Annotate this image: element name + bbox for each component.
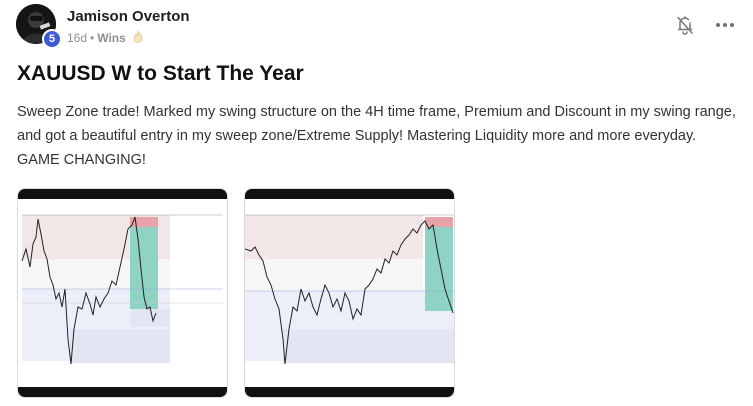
more-options-button[interactable]: [712, 14, 738, 36]
author-name[interactable]: Jamison Overton: [67, 8, 190, 25]
bell-off-icon[interactable]: [674, 14, 696, 36]
level-badge: 5: [42, 29, 62, 49]
chart-attachment-2[interactable]: [244, 188, 455, 398]
author-avatar-container[interactable]: 5: [16, 4, 62, 49]
chart-attachment-1[interactable]: [17, 188, 228, 398]
meta-separator: •: [90, 31, 95, 45]
post-title: XAUUSD W to Start The Year: [17, 62, 304, 85]
flame-icon: [132, 29, 144, 46]
post-time: 16d: [67, 31, 88, 45]
post-category[interactable]: Wins: [97, 31, 126, 45]
candlestick-chart-image: [245, 189, 454, 397]
post-meta: 16d • Wins: [67, 29, 144, 46]
more-horizontal-icon: [716, 23, 734, 27]
post-body: Sweep Zone trade! Marked my swing struct…: [17, 104, 736, 168]
candlestick-chart-image: [18, 189, 227, 397]
